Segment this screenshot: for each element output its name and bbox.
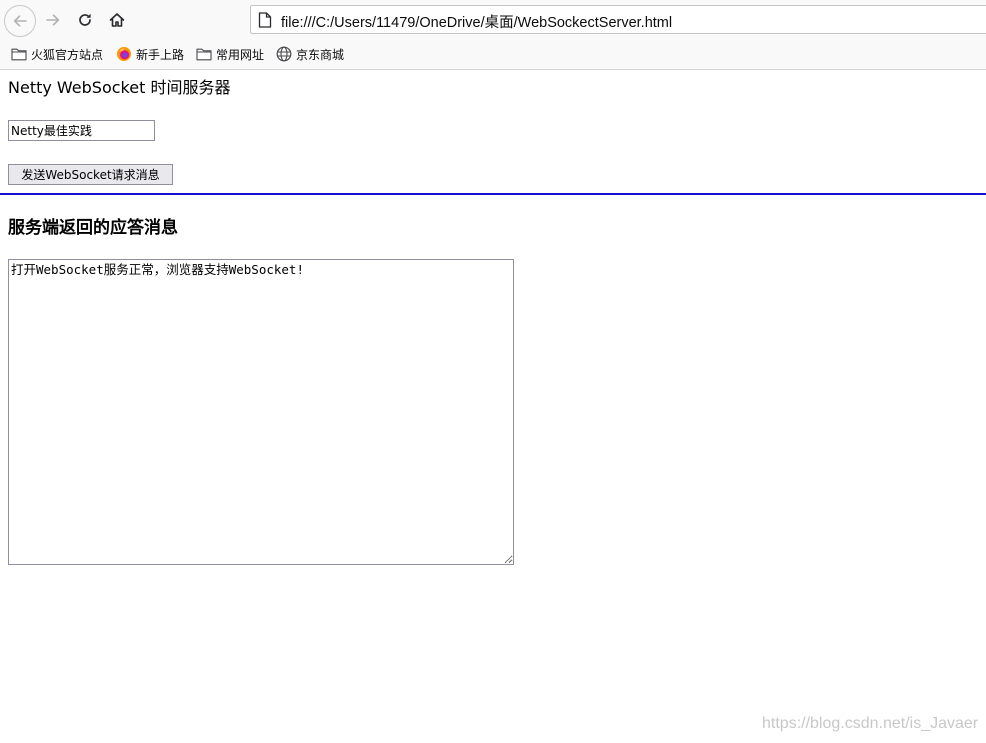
bookmark-common-sites[interactable]: 常用网址 — [196, 45, 264, 63]
globe-icon — [276, 46, 292, 62]
back-button[interactable] — [4, 5, 36, 37]
bookmark-jd-mall[interactable]: 京东商城 — [276, 45, 344, 63]
home-icon — [109, 13, 125, 27]
folder-icon — [196, 48, 212, 61]
browser-toolbar: file:///C:/Users/11479/OneDrive/桌面/WebSo… — [0, 0, 986, 40]
home-button[interactable] — [101, 4, 133, 36]
page-title: Netty WebSocket 时间服务器 — [8, 78, 231, 97]
divider — [0, 193, 986, 195]
bookmarks-toolbar: 火狐官方站点 新手上路 常用网址 京东商城 — [0, 40, 986, 68]
bookmark-label: 常用网址 — [216, 47, 265, 62]
message-input[interactable] — [8, 120, 155, 141]
arrow-right-icon — [46, 14, 60, 26]
arrow-left-icon — [13, 15, 27, 27]
page-icon — [258, 12, 272, 28]
folder-icon — [11, 48, 27, 61]
bookmark-getting-started[interactable]: 新手上路 — [116, 45, 184, 63]
bookmark-label: 京东商城 — [296, 47, 345, 62]
page-content: Netty WebSocket 时间服务器 发送WebSocket请求消息 服务… — [0, 70, 986, 743]
firefox-icon — [117, 47, 131, 61]
send-websocket-button[interactable]: 发送WebSocket请求消息 — [8, 164, 173, 185]
bookmark-label: 新手上路 — [136, 47, 185, 62]
bookmark-firefox-official[interactable]: 火狐官方站点 — [11, 45, 103, 63]
reload-icon — [79, 13, 91, 26]
browser-chrome: file:///C:/Users/11479/OneDrive/桌面/WebSo… — [0, 0, 986, 70]
response-textarea[interactable]: 打开WebSocket服务正常，浏览器支持WebSocket! — [8, 259, 514, 565]
address-bar[interactable]: file:///C:/Users/11479/OneDrive/桌面/WebSo… — [250, 5, 986, 34]
watermark: https://blog.csdn.net/is_Javaer — [762, 715, 979, 732]
url-text[interactable]: file:///C:/Users/11479/OneDrive/桌面/WebSo… — [281, 11, 672, 32]
bookmark-label: 火狐官方站点 — [31, 47, 104, 62]
response-heading: 服务端返回的应答消息 — [8, 218, 178, 238]
forward-button[interactable] — [37, 4, 69, 36]
reload-button[interactable] — [69, 4, 101, 36]
